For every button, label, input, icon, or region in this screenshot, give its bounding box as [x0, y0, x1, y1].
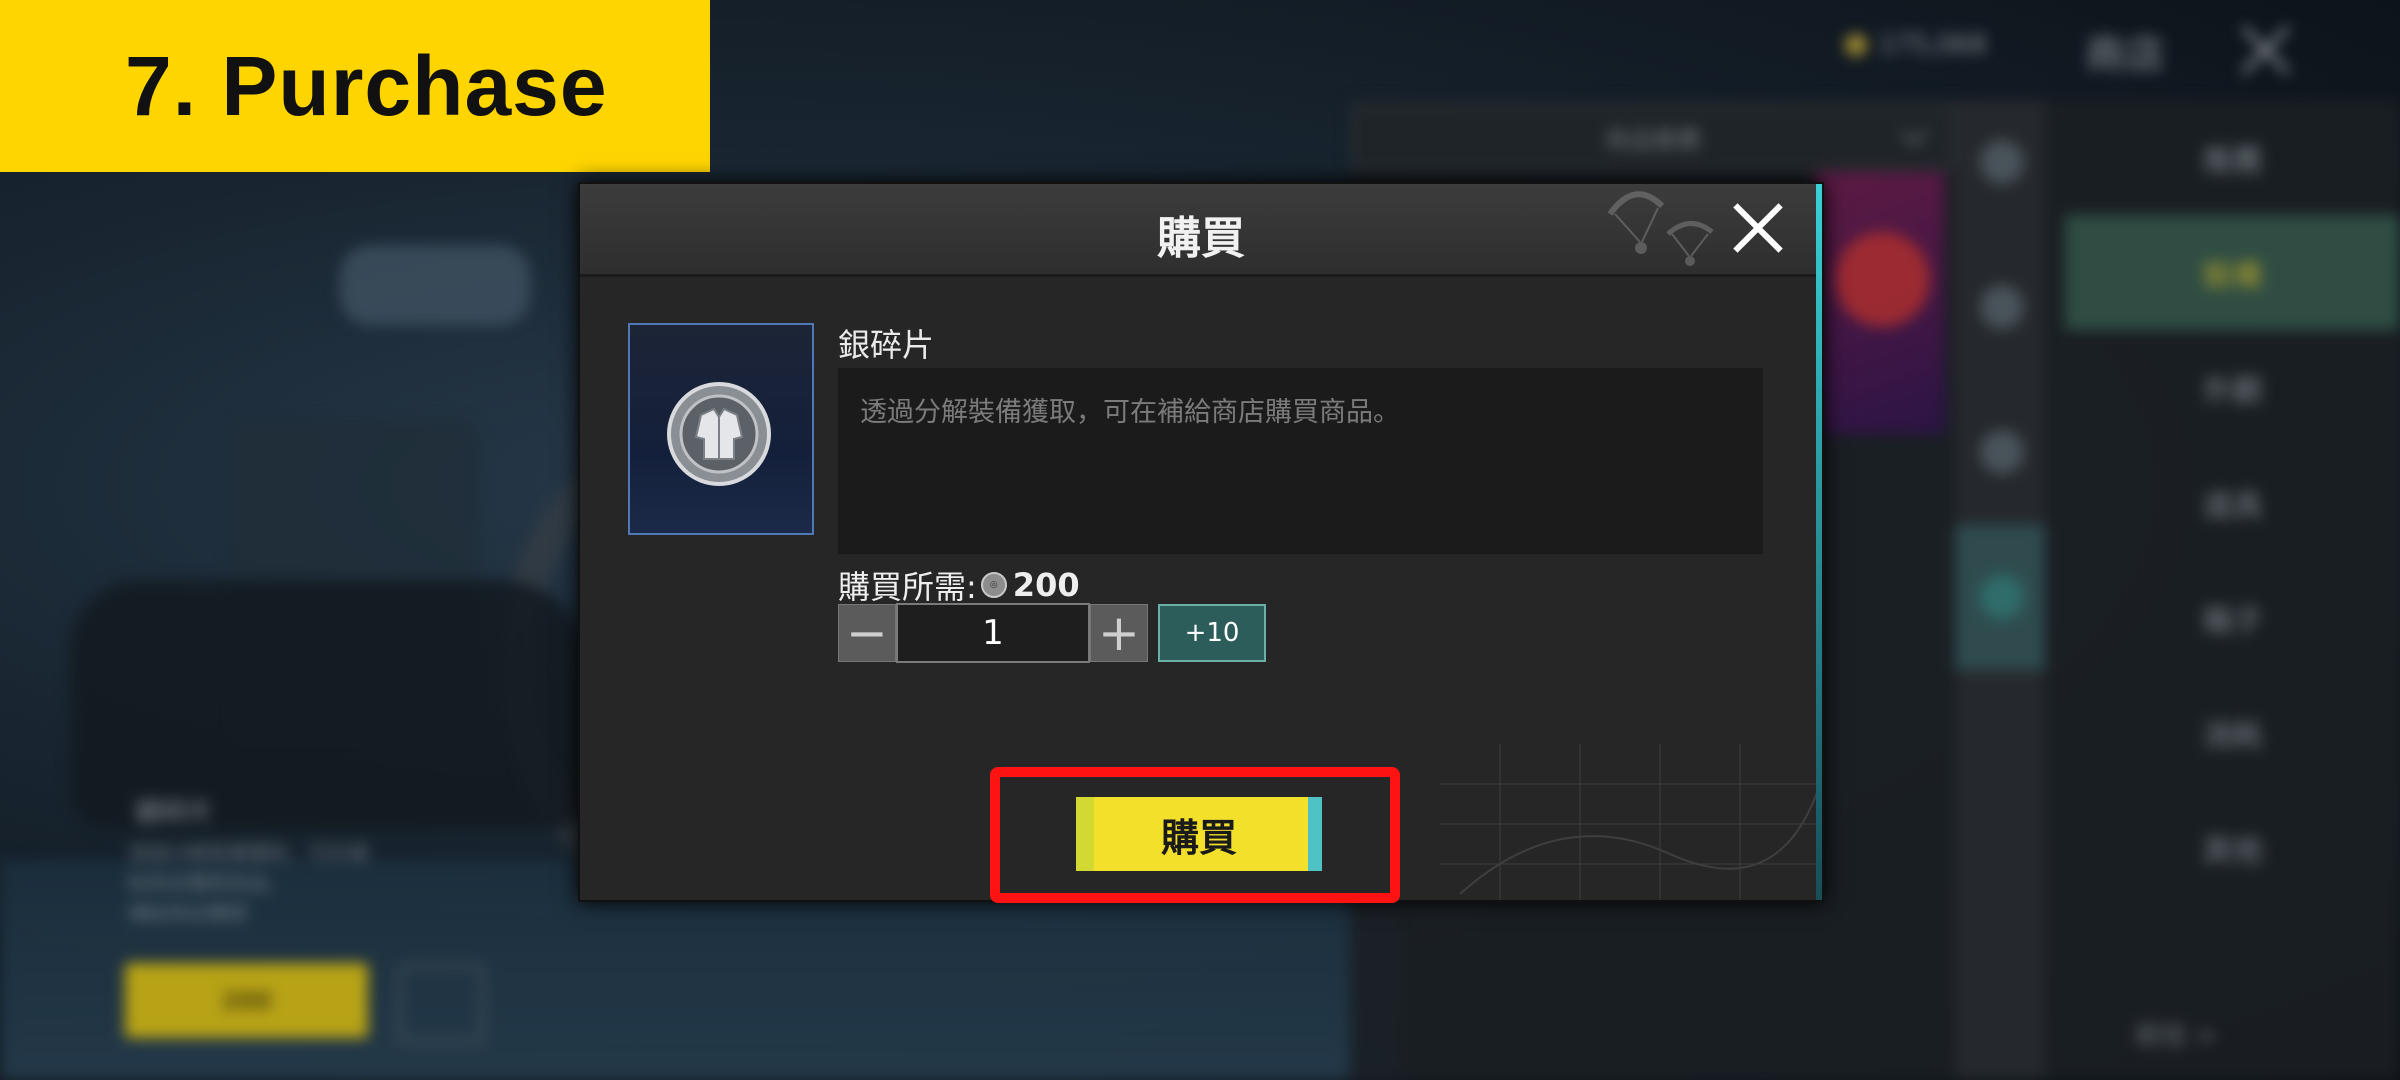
quantity-stepper: − + +10	[838, 603, 1266, 663]
item-description-box: 透過分解裝備獲取，可在補給商店購買商品。	[838, 368, 1763, 554]
store-close-icon[interactable]	[2236, 20, 2296, 80]
side-menu-item-active[interactable]: 裝備	[2065, 215, 2400, 330]
store-title: 商店	[2085, 32, 2165, 78]
side-menu-item[interactable]: 外觀	[2065, 330, 2400, 445]
product-emblem-icon	[1835, 232, 1930, 327]
target-icon[interactable]	[1980, 575, 2024, 619]
cost-row: 購買所需: ◎ 200	[838, 562, 1080, 608]
shield-icon[interactable]	[1980, 285, 2024, 329]
item-name: 銀碎片	[838, 326, 935, 364]
store-filter-dropdown[interactable]: 商品推薦	[1352, 105, 1954, 169]
background-price-button[interactable]: 200	[125, 963, 368, 1038]
pencil-icon[interactable]	[1980, 140, 2024, 184]
background-item-description: 透過分解裝備獲取，可在補 給商店購買商品。 補給商店購買	[128, 841, 368, 925]
side-menu-item[interactable]: 推薦	[2065, 100, 2400, 215]
increase-quantity-button[interactable]: +	[1090, 604, 1148, 662]
step-banner: 7. Purchase	[0, 0, 710, 172]
decrease-quantity-button[interactable]: −	[838, 604, 896, 662]
coin-icon	[1845, 34, 1867, 56]
side-menu-item[interactable]: 其他	[2065, 790, 2400, 905]
dialog-header: 購買	[580, 184, 1822, 277]
step-banner-title: 7. Purchase	[125, 38, 608, 133]
silver-coin-icon: ◎	[980, 572, 1007, 598]
map-grid-decoration	[1440, 744, 1820, 900]
background-gift-button[interactable]	[398, 965, 484, 1043]
buy-button-label: 購買	[1160, 817, 1237, 860]
cost-value: 200	[1012, 566, 1080, 604]
store-product-tile[interactable]	[1815, 172, 1945, 434]
background-item-name: 銀碎片	[135, 798, 214, 828]
side-menu-item[interactable]: 消耗	[2065, 675, 2400, 790]
magnifier-icon[interactable]	[1980, 430, 2024, 474]
item-description: 透過分解裝備獲取，可在補給商店購買商品。	[860, 397, 1400, 428]
cost-label: 購買所需:	[838, 568, 977, 606]
close-icon[interactable]	[1730, 200, 1786, 256]
side-menu-item[interactable]: 箱子	[2065, 560, 2400, 675]
item-icon-frame	[628, 323, 814, 535]
more-link[interactable]: 前往 >	[2135, 1015, 2217, 1052]
dialog-edge-accent	[1816, 184, 1822, 900]
currency-display: 175,068	[1845, 30, 1987, 60]
buy-button[interactable]: 購買	[1076, 797, 1322, 871]
chevron-down-icon	[1901, 119, 1928, 146]
store-side-menu: 推薦 裝備 外觀 道具 箱子 消耗 其他	[2065, 100, 2400, 905]
silver-fragment-medal-icon	[667, 382, 771, 486]
side-menu-item[interactable]: 道具	[2065, 445, 2400, 560]
quantity-input[interactable]	[896, 603, 1090, 663]
background-light	[340, 245, 530, 325]
increase-quantity-by-10-button[interactable]: +10	[1158, 604, 1266, 662]
parachute-decoration-icon	[1607, 191, 1714, 266]
